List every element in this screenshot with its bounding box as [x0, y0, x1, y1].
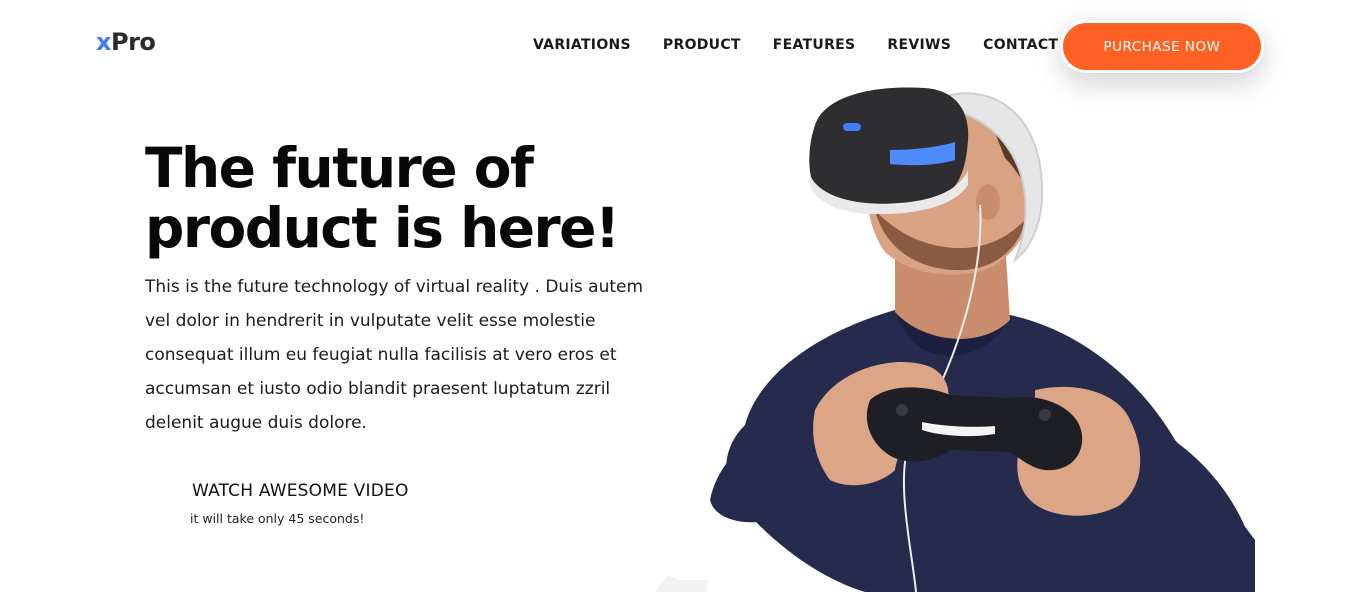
vr-light-front: [843, 123, 861, 131]
nav-item-features[interactable]: FEATURES: [773, 37, 856, 53]
main-nav: VARIATIONS PRODUCT FEATURES REVIWS CONTA…: [533, 37, 1090, 53]
logo-x: x: [96, 28, 111, 56]
logo[interactable]: xPro: [96, 28, 156, 56]
hero-title: The future of product is here!: [145, 138, 705, 258]
nav-item-reviews[interactable]: REVIWS: [887, 37, 951, 53]
landing-page: xPro VARIATIONS PRODUCT FEATURES REVIWS …: [0, 0, 1349, 592]
decor-shape: [655, 576, 708, 592]
video-duration-note: it will take only 45 seconds!: [190, 511, 365, 526]
hero-title-line-1: The future of: [145, 136, 534, 200]
logo-text: Pro: [110, 28, 156, 56]
hero-description: This is the future technology of virtual…: [145, 277, 644, 433]
nav-item-variations[interactable]: VARIATIONS: [533, 37, 631, 53]
watch-video-link[interactable]: WATCH AWESOME VIDEO: [192, 481, 409, 501]
vr-man-image: [655, 87, 1255, 592]
nav-item-contact[interactable]: CONTACT: [983, 37, 1058, 53]
controller-dpad: [896, 404, 908, 416]
hero-title-line-2: product is here!: [145, 196, 620, 260]
nav-item-product[interactable]: PRODUCT: [663, 37, 741, 53]
controller-buttons: [1039, 409, 1051, 421]
purchase-now-button[interactable]: PURCHASE NOW: [1060, 20, 1264, 73]
